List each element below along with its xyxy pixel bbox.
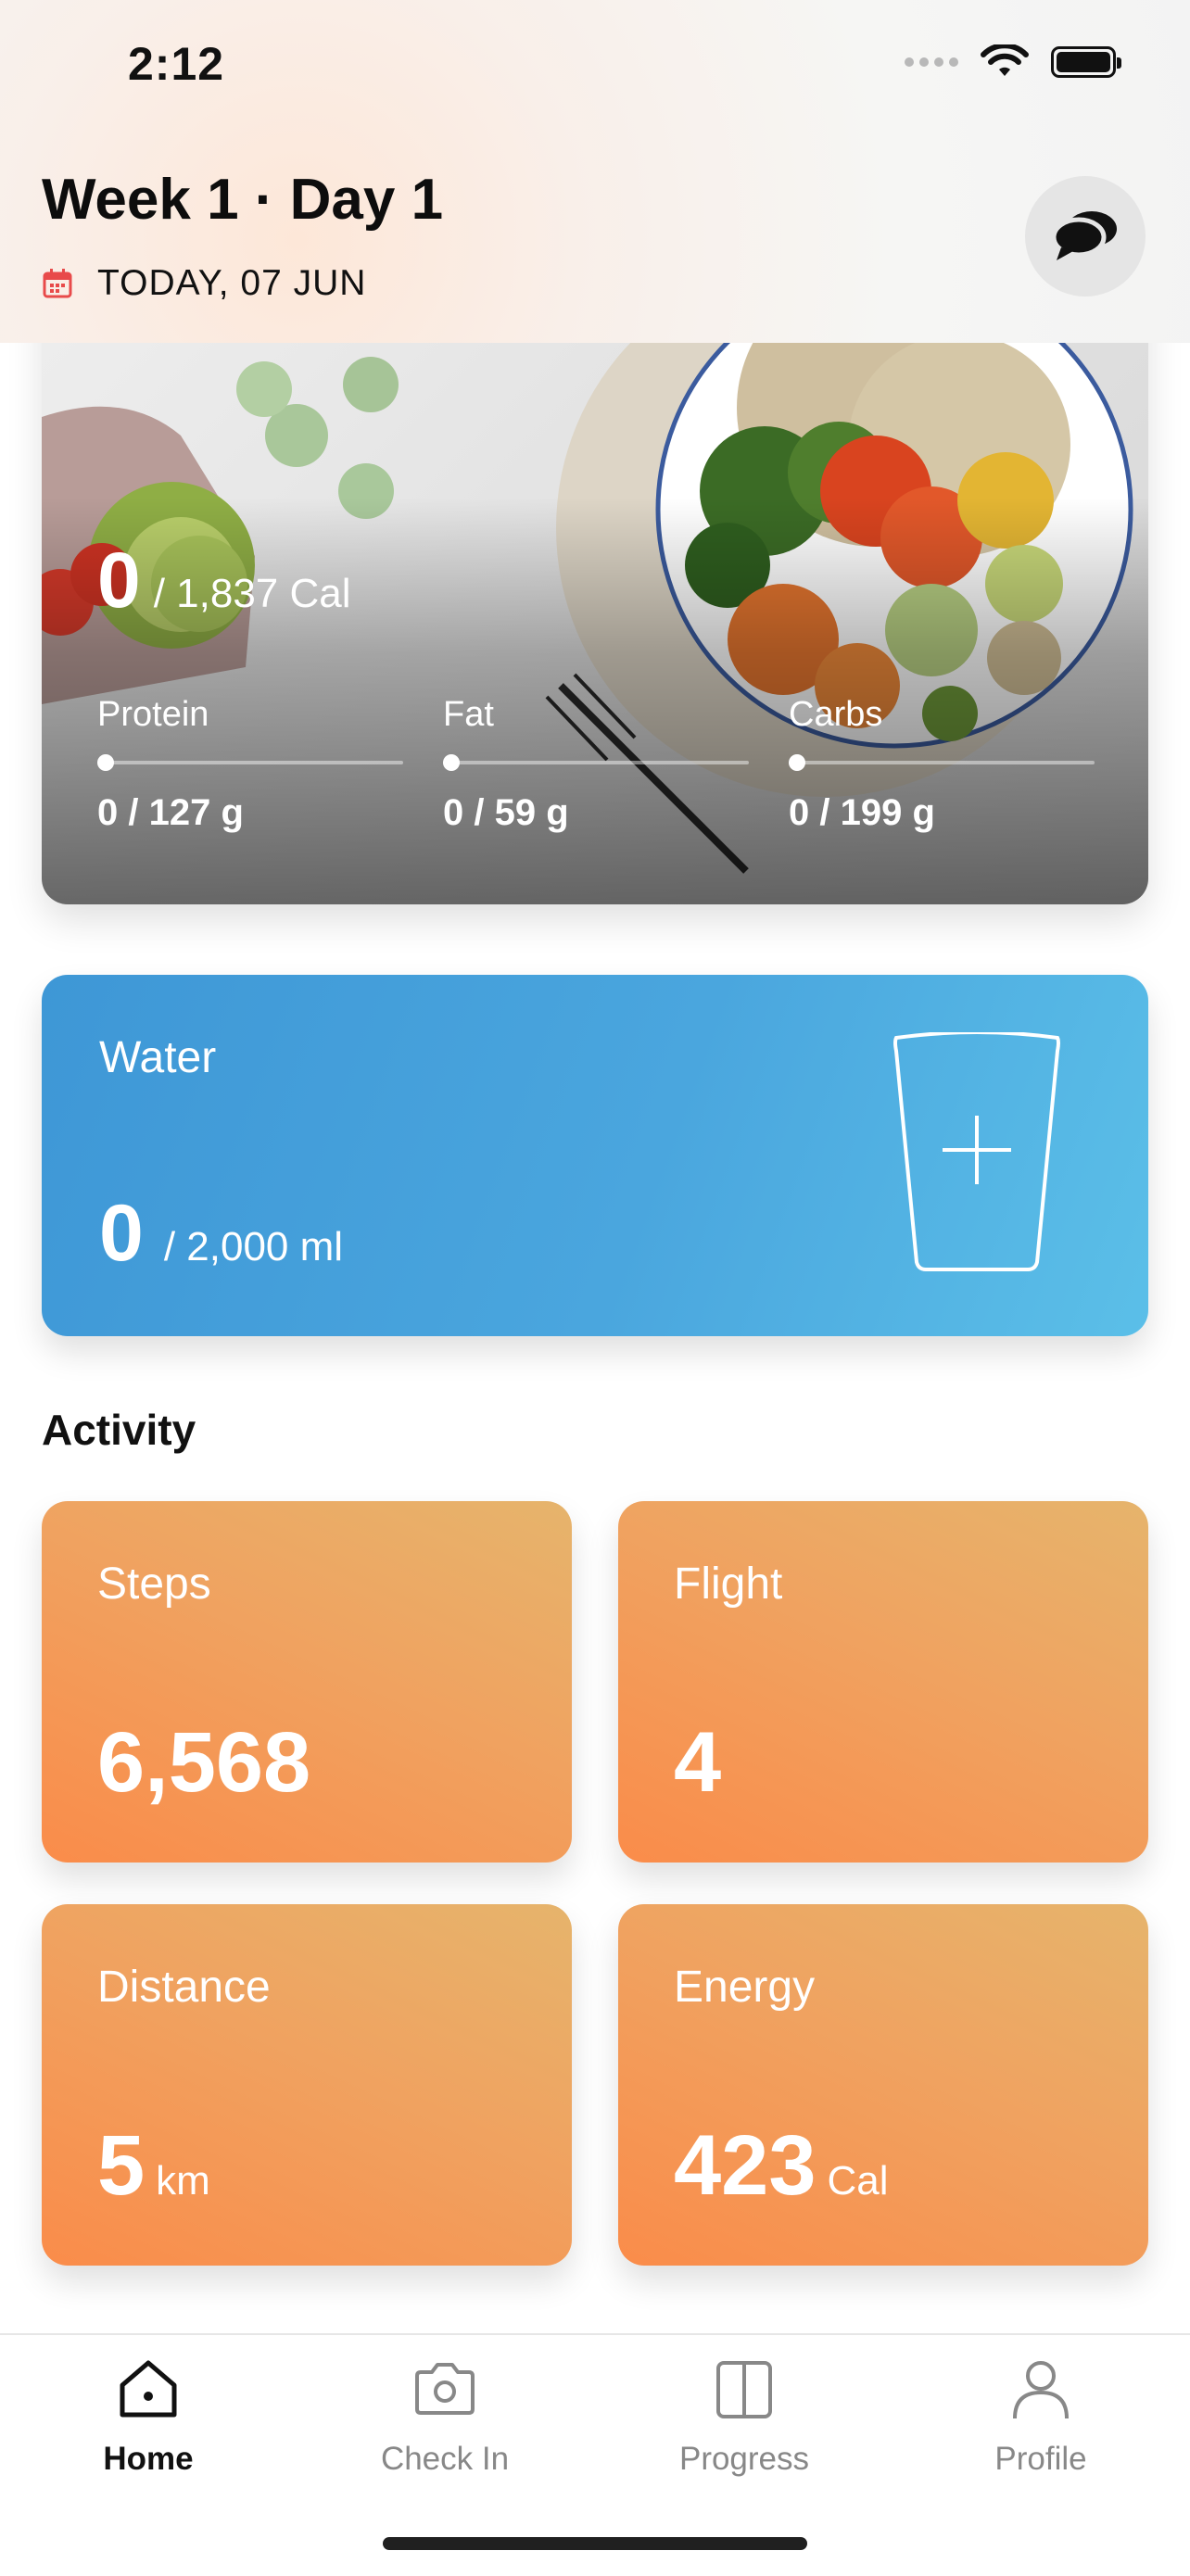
tab-profile[interactable]: Profile bbox=[920, 2355, 1161, 2478]
tile-value: 5 km bbox=[97, 2117, 210, 2215]
tab-progress[interactable]: Progress bbox=[624, 2355, 865, 2478]
macro-label: Carbs bbox=[789, 695, 883, 734]
calories-consumed: 0 bbox=[97, 537, 141, 624]
tab-check-in[interactable]: Check In bbox=[324, 2355, 565, 2478]
energy-value: 423 bbox=[674, 2118, 817, 2213]
profile-icon bbox=[1013, 2361, 1069, 2419]
flight-tile[interactable]: Flight 4 bbox=[618, 1501, 1148, 1863]
energy-tile[interactable]: Energy 423 Cal bbox=[618, 1904, 1148, 2266]
home-indicator[interactable] bbox=[383, 2537, 807, 2550]
calorie-summary: 0 / 1,837 Cal bbox=[97, 536, 351, 625]
macro-value: 0 / 59 g bbox=[443, 792, 569, 833]
flight-value: 4 bbox=[674, 1715, 722, 1810]
tab-label: Check In bbox=[380, 2441, 510, 2477]
chat-icon bbox=[1051, 211, 1117, 260]
tab-label: Profile bbox=[994, 2441, 1087, 2477]
energy-unit: Cal bbox=[827, 2158, 889, 2203]
macro-protein: Protein 0 / 127 g bbox=[97, 695, 403, 834]
water-card[interactable]: Water 0 / 2,000 ml bbox=[42, 975, 1148, 1336]
macro-progress-bar bbox=[97, 754, 403, 771]
signal-icon bbox=[905, 57, 958, 67]
tile-value: 6,568 bbox=[97, 1714, 310, 1812]
tile-label: Energy bbox=[674, 1963, 816, 2012]
date-label: TODAY, 07 JUN bbox=[97, 263, 367, 303]
water-amount: 0 / 2,000 ml bbox=[99, 1188, 343, 1280]
tile-label: Distance bbox=[97, 1963, 271, 2012]
chat-button[interactable] bbox=[1025, 176, 1146, 297]
wifi-icon bbox=[981, 44, 1029, 76]
add-water-button[interactable] bbox=[889, 1032, 1065, 1275]
water-consumed: 0 bbox=[99, 1189, 144, 1278]
home-icon bbox=[120, 2360, 177, 2418]
water-goal: / 2,000 ml bbox=[163, 1224, 344, 1269]
distance-value: 5 bbox=[97, 2118, 146, 2213]
macro-carbs: Carbs 0 / 199 g bbox=[789, 695, 1095, 834]
tab-label: Home bbox=[103, 2441, 194, 2477]
tab-label: Progress bbox=[678, 2441, 810, 2477]
date-row: TODAY, 07 JUN bbox=[42, 263, 366, 304]
tile-value: 4 bbox=[674, 1714, 721, 1812]
macro-label: Protein bbox=[97, 695, 209, 734]
macro-progress-bar bbox=[789, 754, 1095, 771]
tile-label: Steps bbox=[97, 1559, 211, 1609]
meal-summary-card[interactable]: 0 / 1,837 Cal Protein 0 / 127 g Fat 0 / … bbox=[42, 278, 1148, 904]
status-time: 2:12 bbox=[128, 38, 225, 90]
steps-tile[interactable]: Steps 6,568 bbox=[42, 1501, 572, 1863]
macro-label: Fat bbox=[443, 695, 494, 734]
macro-value: 0 / 199 g bbox=[789, 792, 935, 833]
calories-goal: / 1,837 Cal bbox=[153, 571, 351, 616]
camera-icon bbox=[415, 2363, 475, 2415]
macro-progress-bar bbox=[443, 754, 749, 771]
activity-title: Activity bbox=[42, 1406, 196, 1454]
header: 2:12 Week 1 · Day 1 TODAY, 07 JUN bbox=[0, 0, 1190, 343]
tab-home[interactable]: Home bbox=[28, 2355, 269, 2478]
progress-icon bbox=[716, 2361, 772, 2418]
distance-unit: km bbox=[156, 2158, 210, 2203]
battery-icon bbox=[1051, 46, 1121, 78]
calendar-icon bbox=[43, 269, 72, 298]
status-icons bbox=[905, 44, 1121, 80]
tile-value: 423 Cal bbox=[674, 2117, 889, 2215]
page-title: Week 1 · Day 1 bbox=[42, 168, 444, 232]
distance-tile[interactable]: Distance 5 km bbox=[42, 1904, 572, 2266]
steps-value: 6,568 bbox=[97, 1715, 311, 1810]
water-title: Water bbox=[99, 1033, 217, 1082]
tile-label: Flight bbox=[674, 1559, 783, 1609]
macro-fat: Fat 0 / 59 g bbox=[443, 695, 749, 834]
macro-value: 0 / 127 g bbox=[97, 792, 244, 833]
